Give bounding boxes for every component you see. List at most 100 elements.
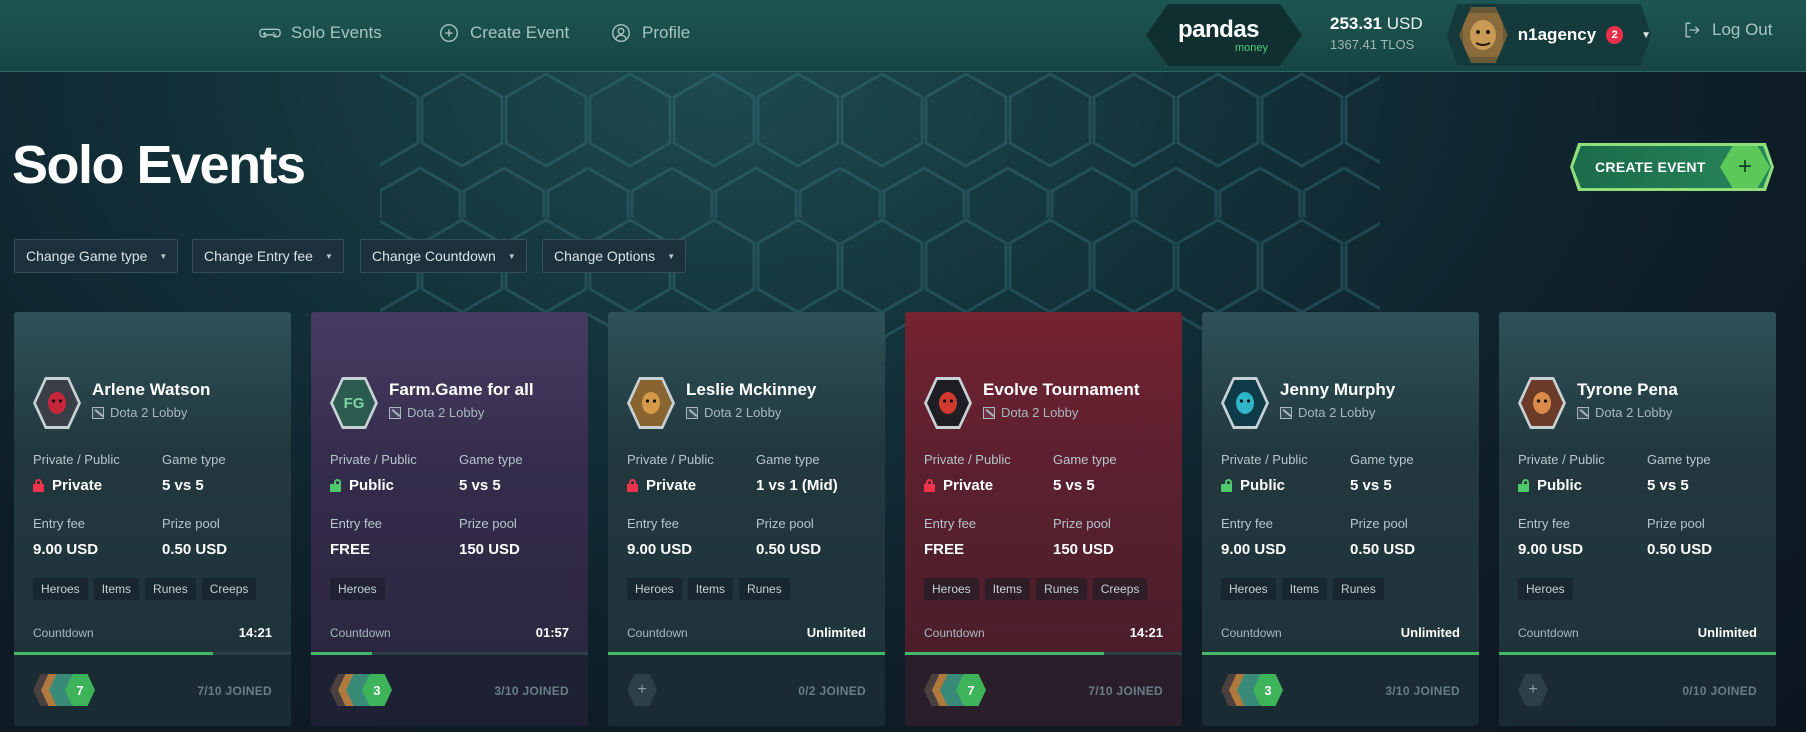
countdown-value: Unlimited	[806, 625, 866, 640]
option-tags: Heroes Items Runes Creeps	[924, 578, 1148, 600]
game-type-value: 5 vs 5	[1350, 477, 1392, 494]
dota-icon	[92, 406, 104, 419]
countdown-label: Countdown	[1221, 626, 1282, 640]
privacy-value: Public	[1221, 477, 1285, 494]
prize-pool-label: Prize pool	[1647, 516, 1705, 531]
countdown-value: 14:21	[1129, 625, 1163, 640]
event-title: Evolve Tournament	[983, 380, 1140, 399]
participant-avatars[interactable]: 3	[1221, 674, 1321, 706]
countdown-value: 14:21	[238, 625, 272, 640]
entry-fee-label: Entry fee	[924, 516, 977, 531]
prize-pool-value: 0.50 USD	[1350, 541, 1416, 558]
hero-portrait-icon	[1533, 392, 1551, 414]
option-tag: Runes	[739, 578, 790, 600]
brand-name: pandas	[1178, 16, 1260, 43]
option-tags: Heroes Items Runes	[1221, 578, 1384, 600]
hero-portrait-icon	[642, 392, 660, 414]
option-tag: Items	[687, 578, 734, 600]
nav-profile[interactable]: Profile	[610, 20, 690, 46]
event-card[interactable]: Arlene Watson Dota 2 Lobby Private / Pub…	[14, 312, 291, 726]
dota-icon	[1577, 406, 1589, 419]
filter-game-type[interactable]: Change Game type ▼	[14, 239, 179, 273]
event-game: Dota 2 Lobby	[92, 405, 187, 420]
countdown-label: Countdown	[627, 626, 688, 640]
chevron-down-icon[interactable]: ▼	[1641, 30, 1651, 41]
event-card[interactable]: Jenny Murphy Dota 2 Lobby Private / Publ…	[1202, 312, 1479, 726]
joined-count: 0/10 JOINED	[1682, 684, 1757, 698]
event-title: Arlene Watson	[92, 380, 211, 399]
participant-avatars[interactable]: 3	[330, 674, 430, 706]
option-tags: Heroes	[1518, 578, 1573, 600]
card-body: Jenny Murphy Dota 2 Lobby Private / Publ…	[1202, 312, 1479, 656]
brand-logo[interactable]: pandas money	[1146, 4, 1302, 66]
joined-count: 7/10 JOINED	[1088, 684, 1163, 698]
event-card[interactable]: Tyrone Pena Dota 2 Lobby Private / Publi…	[1499, 312, 1776, 726]
logout-button[interactable]: Log Out	[1682, 20, 1773, 40]
logout-icon	[1685, 22, 1700, 38]
option-tag: Creeps	[1092, 578, 1148, 600]
lock-icon	[33, 479, 44, 492]
privacy-value: Private	[924, 477, 993, 494]
event-game: Dota 2 Lobby	[983, 405, 1078, 420]
prize-pool-value: 0.50 USD	[1647, 541, 1713, 558]
logout-label: Log Out	[1712, 20, 1773, 39]
card-body: Leslie Mckinney Dota 2 Lobby Private / P…	[608, 312, 885, 656]
entry-fee-label: Entry fee	[627, 516, 680, 531]
hero-avatar-icon	[1463, 13, 1504, 57]
option-tag: Items	[1281, 578, 1328, 600]
nav-create-event[interactable]: Create Event	[438, 20, 569, 46]
event-game: Dota 2 Lobby	[389, 405, 484, 420]
game-type-value: 5 vs 5	[162, 477, 204, 494]
user-menu[interactable]: n1agency 2 ▼	[1447, 4, 1651, 66]
event-card[interactable]: Evolve Tournament Dota 2 Lobby Private /…	[905, 312, 1182, 726]
option-tag: Runes	[1333, 578, 1384, 600]
create-event-button[interactable]: CREATE EVENT +	[1570, 143, 1774, 191]
event-title: Jenny Murphy	[1280, 380, 1396, 399]
top-navigation-bar: Solo Events Create Event Profile pandas …	[0, 0, 1806, 72]
card-body: FG Farm.Game for all Dota 2 Lobby Privat…	[311, 312, 588, 656]
caret-down-icon: ▼	[159, 251, 168, 261]
event-avatar	[1221, 377, 1269, 429]
nav-label: Profile	[642, 23, 691, 42]
username: n1agency	[1517, 25, 1597, 44]
option-tag: Runes	[145, 578, 196, 600]
countdown-label: Countdown	[1518, 626, 1579, 640]
event-title: Tyrone Pena	[1577, 380, 1678, 399]
filter-entry-fee[interactable]: Change Entry fee ▼	[192, 239, 344, 273]
option-tags: Heroes	[330, 578, 385, 600]
game-type-label: Game type	[756, 452, 820, 467]
event-game: Dota 2 Lobby	[1577, 405, 1672, 420]
filter-countdown[interactable]: Change Countdown ▼	[360, 239, 527, 273]
participant-avatars[interactable]: 7	[924, 674, 1024, 706]
privacy-label: Private / Public	[627, 452, 714, 467]
countdown-label: Countdown	[330, 626, 391, 640]
event-card[interactable]: FG Farm.Game for all Dota 2 Lobby Privat…	[311, 312, 588, 726]
dota-icon	[686, 406, 698, 419]
participant-avatars[interactable]: 7	[33, 674, 133, 706]
game-type-value: 5 vs 5	[1647, 477, 1689, 494]
caret-down-icon: ▼	[324, 251, 333, 261]
prize-pool-label: Prize pool	[756, 516, 814, 531]
prize-pool-label: Prize pool	[162, 516, 220, 531]
dota-icon	[983, 406, 995, 419]
option-tag: Heroes	[330, 578, 385, 600]
privacy-label: Private / Public	[330, 452, 417, 467]
entry-fee-value: 9.00 USD	[1221, 541, 1287, 558]
nav-solo-events[interactable]: Solo Events	[259, 20, 382, 46]
countdown-label: Countdown	[33, 626, 94, 640]
privacy-label: Private / Public	[1221, 452, 1308, 467]
option-tag: Heroes	[924, 578, 979, 600]
user-icon	[612, 24, 630, 42]
primary-balance: 253.31 USD	[1330, 14, 1423, 33]
event-avatar	[33, 377, 81, 429]
joined-count: 3/10 JOINED	[494, 684, 569, 698]
option-tag: Heroes	[627, 578, 682, 600]
filter-options[interactable]: Change Options ▼	[542, 239, 687, 273]
hero-portrait-icon	[939, 392, 957, 414]
countdown-value: 01:57	[535, 625, 569, 640]
event-card[interactable]: Leslie Mckinney Dota 2 Lobby Private / P…	[608, 312, 885, 726]
option-tag: Items	[984, 578, 1031, 600]
nav-label: Create Event	[470, 23, 570, 42]
brand-subtitle: money	[1234, 42, 1268, 54]
entry-fee-value: 9.00 USD	[1518, 541, 1584, 558]
